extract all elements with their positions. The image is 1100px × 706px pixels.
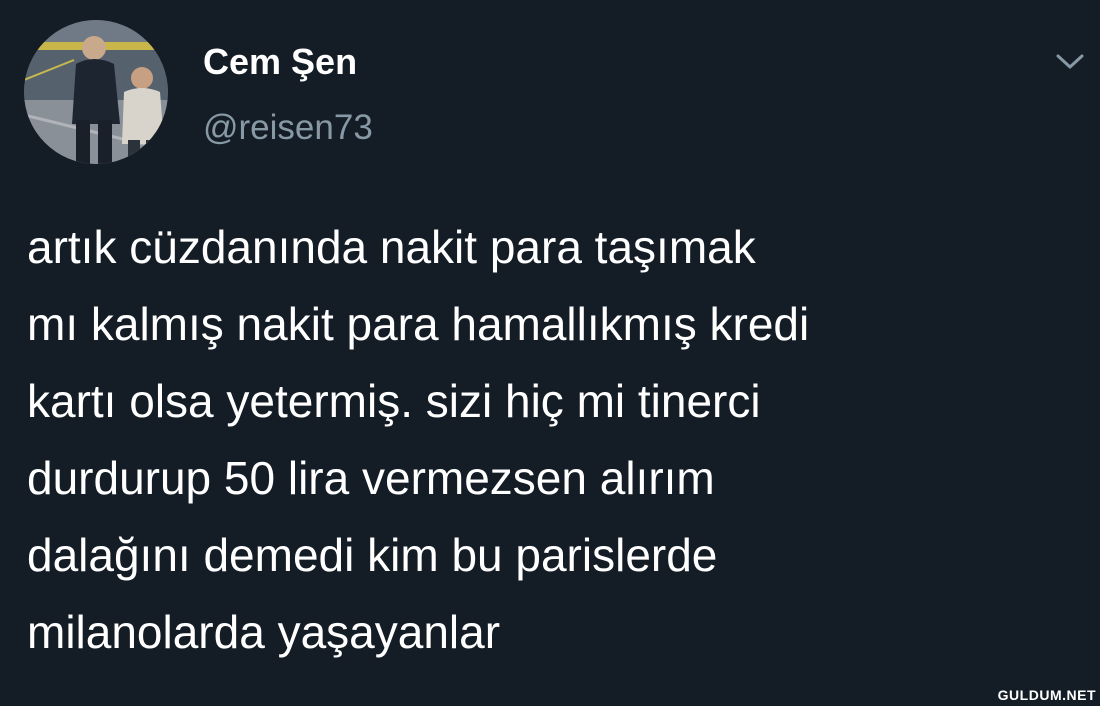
watermark: GULDUM.NET: [997, 687, 1096, 703]
avatar[interactable]: [24, 20, 168, 164]
avatar-photo: [24, 20, 168, 164]
tweet-menu-button[interactable]: [1050, 44, 1090, 78]
author-handle[interactable]: @reisen73: [203, 104, 373, 152]
chevron-down-icon: [1056, 54, 1084, 69]
author-display-name[interactable]: Cem Şen: [203, 38, 357, 86]
tweet-text: artık cüzdanında nakit para taşımak mı k…: [27, 221, 810, 658]
tweet-card: Cem Şen @reisen73 artık cüzdanında nakit…: [0, 0, 1100, 706]
